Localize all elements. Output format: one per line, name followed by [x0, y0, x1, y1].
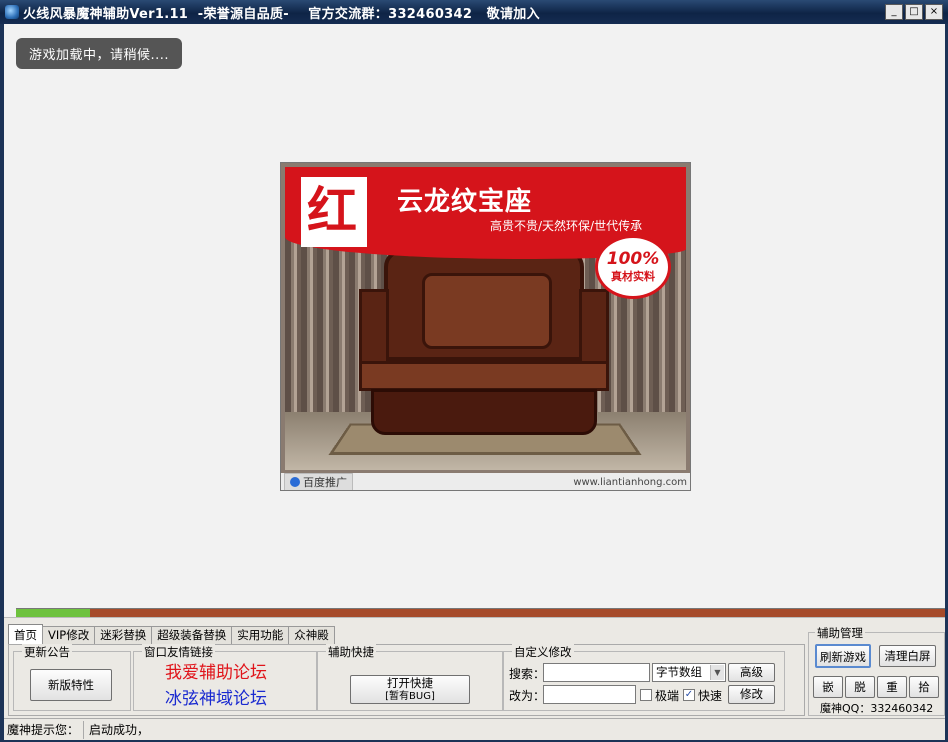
fast-checkbox[interactable]: ✓ [683, 689, 695, 701]
check-icon: ✓ [684, 689, 694, 700]
title-bar: 火线风暴魔神辅助Ver1.11 -荣誉源自品质- 官方交流群：332460342… [0, 0, 948, 24]
hotkey-group: 辅助快捷 打开快捷 [暂有BUG] [317, 644, 503, 711]
modify-button[interactable]: 修改 [728, 685, 775, 704]
tab-home[interactable]: 首页 [8, 624, 43, 644]
close-button[interactable]: × [925, 4, 943, 20]
window-controls: _ □ × [885, 4, 943, 20]
advanced-button[interactable]: 高级 [728, 663, 775, 682]
open-hotkey-button[interactable]: 打开快捷 [暂有BUG] [350, 675, 470, 704]
open-hotkey-label: 打开快捷 [387, 676, 433, 690]
change-label: 改为： [509, 689, 546, 703]
chevron-down-icon[interactable]: ▼ [710, 665, 724, 680]
management-title: 辅助管理 [815, 625, 865, 641]
ad-subheadline: 高贵不贵/天然环保/世代传承 [490, 219, 643, 233]
ad-image: 红 云龙纹宝座 高贵不贵/天然环保/世代传承 100% 真材实料 [285, 167, 686, 470]
app-icon [5, 5, 19, 19]
search-input[interactable] [543, 663, 650, 682]
mode-select[interactable]: 字节数组 ▼ [652, 663, 726, 682]
forum-link-2[interactable]: 冰弦神域论坛 [165, 684, 267, 709]
ad-footer: 百度推广 www.liantianhong.com [281, 473, 690, 490]
extreme-checkbox[interactable] [640, 689, 652, 701]
custom-modify-group: 自定义修改 搜索： 字节数组 ▼ 高级 改为： 极端 ✓ 快速 修改 [503, 644, 785, 711]
status-label: 魔神提示您： [4, 720, 84, 739]
open-hotkey-note: [暂有BUG] [385, 691, 435, 702]
status-message: 启动成功， [89, 722, 150, 737]
refresh-game-button[interactable]: 刷新游戏 [815, 644, 871, 668]
ad-logo: 红 [301, 177, 367, 247]
throne-illustration [359, 249, 609, 449]
ad-badge-bottom: 真材实料 [611, 270, 655, 283]
window-title: 火线风暴魔神辅助Ver1.11 -荣誉源自品质- 官方交流群：332460342… [23, 6, 540, 22]
custom-modify-title: 自定义修改 [512, 644, 574, 660]
advertisement[interactable]: 红 云龙纹宝座 高贵不贵/天然环保/世代传承 100% 真材实料 百度推广 ww… [280, 162, 691, 491]
links-group: 窗口友情链接 我爱辅助论坛 冰弦神域论坛 [133, 644, 317, 711]
change-input[interactable] [543, 685, 636, 704]
embed-button[interactable]: 嵌 [813, 676, 843, 698]
ad-footer-tag[interactable]: 百度推广 [284, 473, 353, 490]
tab-camo[interactable]: 迷彩替换 [94, 626, 153, 644]
baidu-paw-icon [290, 477, 300, 487]
announce-group: 更新公告 新版特性 [13, 644, 131, 711]
loading-progress-bar [16, 608, 945, 617]
status-bar: 魔神提示您： 启动成功， [4, 718, 945, 740]
loading-progress-fill [16, 609, 91, 617]
clear-white-screen-button[interactable]: 清理白屏 [879, 645, 936, 667]
hotkey-title: 辅助快捷 [326, 644, 376, 660]
ad-headline: 云龙纹宝座 [397, 187, 533, 217]
home-panel: 更新公告 新版特性 窗口友情链接 我爱辅助论坛 冰弦神域论坛 辅助快捷 打开快捷… [8, 644, 805, 716]
tab-bar: 首页 VIP修改 迷彩替换 超级装备替换 实用功能 众神殿 [8, 624, 335, 644]
minimize-button[interactable]: _ [885, 4, 903, 20]
new-features-button[interactable]: 新版特性 [30, 669, 112, 701]
loading-tip: 游戏加载中，请稍候.... [16, 38, 183, 69]
pickup-button[interactable]: 拾 [909, 676, 939, 698]
reset-button[interactable]: 重 [877, 676, 907, 698]
announce-title: 更新公告 [22, 644, 72, 660]
maximize-button[interactable]: □ [905, 4, 923, 20]
game-area[interactable]: 游戏加载中，请稍候.... 红 云龙纹宝座 高贵不贵/天然环保/世代传承 100… [4, 24, 945, 618]
forum-link-1[interactable]: 我爱辅助论坛 [165, 658, 267, 683]
mode-select-value: 字节数组 [656, 665, 702, 679]
tab-utility[interactable]: 实用功能 [231, 626, 290, 644]
management-group: 辅助管理 刷新游戏 清理白屏 嵌 脱 重 拾 魔神QQ：332460342 [808, 625, 945, 716]
tab-super-gear[interactable]: 超级装备替换 [151, 626, 233, 644]
fast-label: 快速 [698, 689, 723, 703]
extreme-label: 极端 [655, 689, 680, 703]
ad-badge-top: 100% [606, 249, 660, 269]
ad-footer-url[interactable]: www.liantianhong.com [573, 477, 687, 488]
search-label: 搜索： [509, 667, 546, 681]
tab-pantheon[interactable]: 众神殿 [288, 626, 335, 644]
qq-text: 魔神QQ：332460342 [820, 702, 934, 715]
ad-badge: 100% 真材实料 [595, 235, 671, 299]
tab-vip[interactable]: VIP修改 [42, 626, 96, 644]
detach-button[interactable]: 脱 [845, 676, 875, 698]
